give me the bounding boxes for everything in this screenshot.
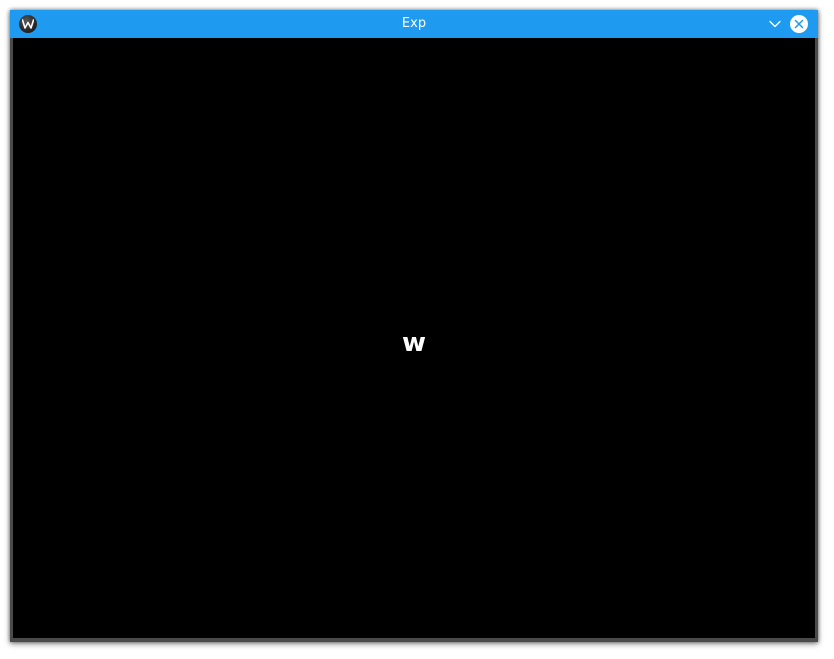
minimize-button[interactable] <box>766 15 784 33</box>
window-title: Exp <box>401 16 427 31</box>
app-window: Exp w <box>10 10 818 642</box>
chevron-down-icon <box>769 20 781 28</box>
close-button[interactable] <box>790 15 808 33</box>
center-text: w <box>401 328 427 358</box>
close-icon <box>794 19 804 29</box>
render-canvas[interactable]: w <box>13 38 815 638</box>
title-bar[interactable]: Exp <box>10 10 818 38</box>
